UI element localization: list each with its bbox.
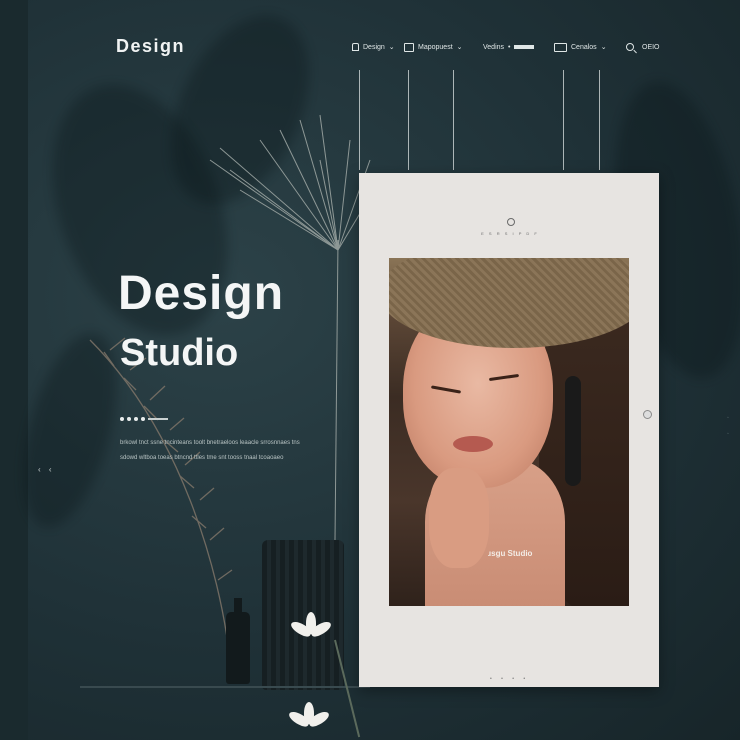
nav-item-cenalos[interactable]: Cenalos ⌄: [554, 40, 607, 54]
prev-arrows[interactable]: ‹ ‹: [38, 465, 55, 474]
search-label: OEIO: [642, 43, 660, 51]
hero-copy: brkowl tnct ssne tncinteans toolt bnetra…: [120, 440, 300, 461]
page-background: Design Design ⌄ Mapopuest ⌄ Vedins • Cen…: [0, 0, 740, 740]
chevron-down-icon: ⌄: [600, 44, 607, 51]
dash: [148, 418, 168, 420]
site-logo[interactable]: Design: [116, 36, 185, 57]
grid-icon: [554, 42, 567, 52]
right-edge-dots: ◦ ◦: [727, 415, 729, 437]
left-rail: [0, 0, 28, 740]
dot: [141, 417, 145, 421]
white-flower: [286, 702, 332, 729]
hanging-line: [408, 70, 409, 170]
dot-icon: •: [508, 43, 511, 51]
hero-subtitle: Studio: [120, 332, 239, 374]
bar-icon: [514, 45, 535, 49]
hanging-line: [453, 70, 454, 170]
dot: [127, 417, 131, 421]
nav-item-label: Design: [363, 43, 385, 51]
card-pager[interactable]: • • • •: [490, 676, 529, 682]
card-logo-icon: [507, 218, 515, 226]
chevron-down-icon: ⌄: [456, 44, 463, 51]
hero-title: Design: [118, 267, 285, 320]
hand: [429, 468, 489, 568]
home-icon: [352, 43, 359, 51]
hat: [389, 258, 629, 348]
screen-icon: [404, 42, 414, 52]
white-flower: [288, 612, 334, 639]
top-navigation: Design Design ⌄ Mapopuest ⌄ Vedins • Cen…: [0, 0, 740, 80]
nav-item-vedins[interactable]: Vedins •: [483, 40, 535, 54]
nav-item-label: Vedins: [483, 43, 505, 51]
hanging-line: [563, 70, 564, 170]
chevron-down-icon: ⌄: [388, 44, 395, 51]
search-icon: [626, 43, 634, 51]
dot: [120, 417, 124, 421]
hanging-line: [599, 70, 600, 170]
nav-item-label: Cenalos: [571, 43, 597, 51]
earring: [565, 376, 581, 486]
search-button[interactable]: OEIO: [626, 40, 660, 54]
nav-item-design[interactable]: Design ⌄: [352, 40, 395, 54]
dot: [134, 417, 138, 421]
nav-item-mapopuest[interactable]: Mapopuest ⌄: [404, 40, 463, 54]
card-tagline: E S R S I P D F: [481, 231, 539, 236]
nav-item-label: Mapopuest: [418, 43, 453, 51]
shelf: [80, 686, 370, 688]
lips: [453, 436, 493, 452]
hero-dots: [120, 417, 168, 421]
bottle: [226, 598, 250, 684]
photo-caption: ɹsgu Studio: [488, 549, 533, 558]
carousel-dot-button[interactable]: [643, 410, 652, 419]
